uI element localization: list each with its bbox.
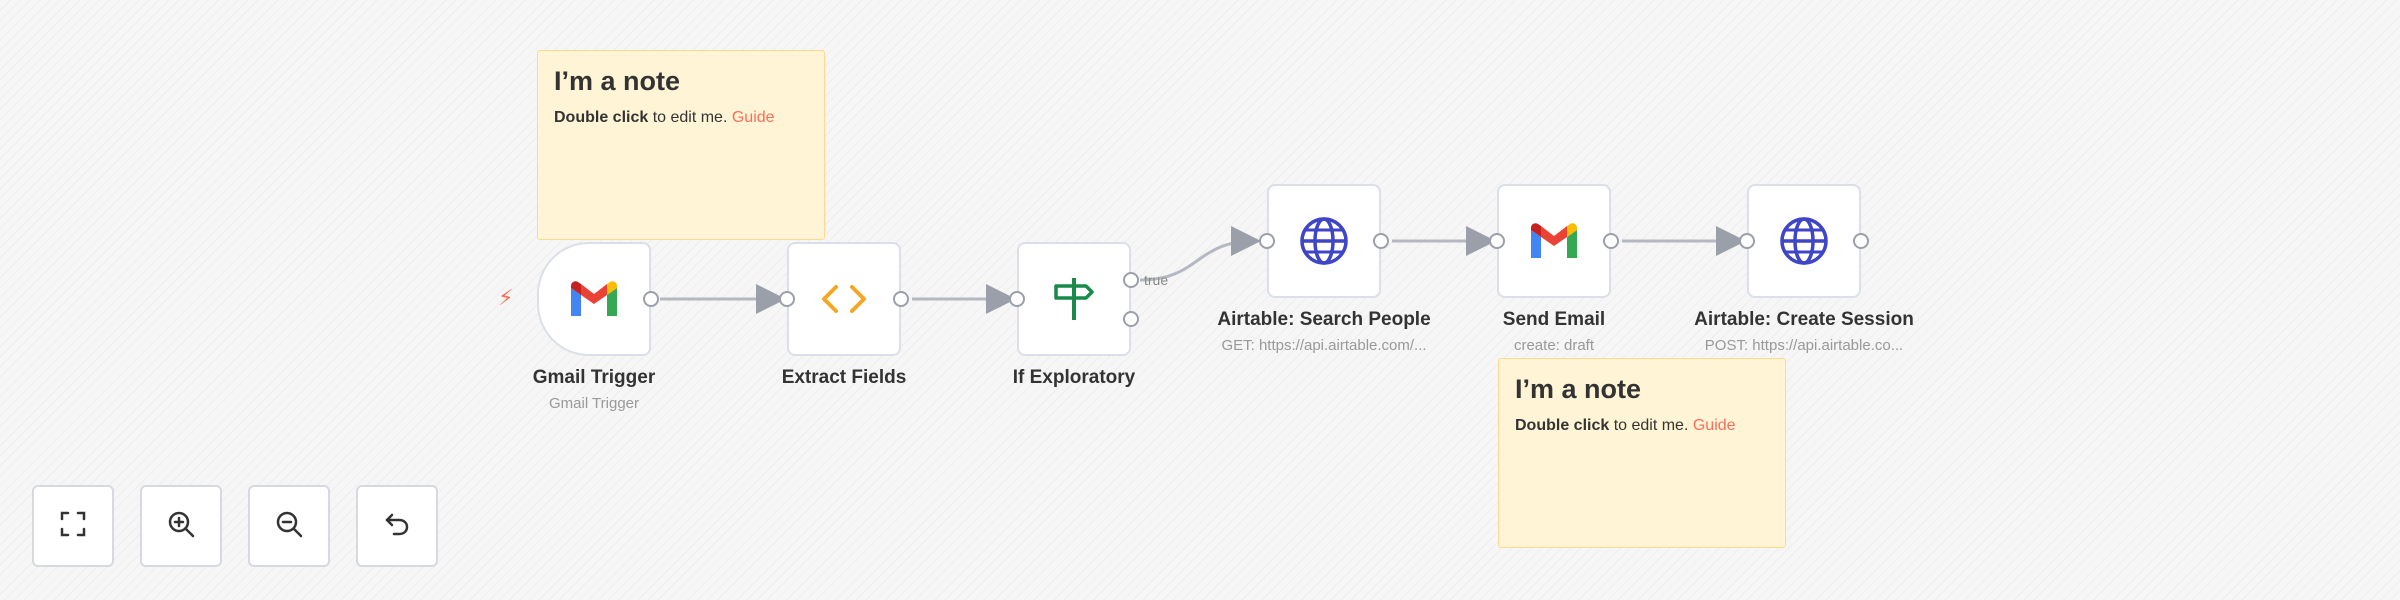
fit-view-button[interactable]	[32, 485, 114, 567]
node-label: Airtable: Create Session	[1694, 309, 1914, 330]
node-label: If Exploratory	[1012, 367, 1136, 388]
output-port[interactable]	[1373, 233, 1389, 249]
output-port-false[interactable]	[1123, 311, 1139, 327]
input-port[interactable]	[779, 291, 795, 307]
output-port[interactable]	[643, 291, 659, 307]
output-port[interactable]	[1603, 233, 1619, 249]
note-body: Double click to edit me. Guide	[1515, 417, 1736, 435]
globe-icon	[1298, 215, 1350, 267]
node-subtitle: Gmail Trigger	[548, 395, 640, 412]
node-if-exploratory[interactable]	[1017, 242, 1131, 356]
signpost-icon	[1052, 276, 1096, 322]
node-gmail-trigger[interactable]	[537, 242, 651, 356]
input-port[interactable]	[1489, 233, 1505, 249]
gmail-icon	[1529, 222, 1579, 260]
zoom-in-icon	[166, 509, 196, 544]
code-icon	[819, 279, 869, 319]
zoom-out-button[interactable]	[248, 485, 330, 567]
output-port-true[interactable]	[1123, 272, 1139, 288]
reset-button[interactable]	[356, 485, 438, 567]
note-guide-link[interactable]: Guide	[732, 109, 775, 126]
sticky-note[interactable]: I’m a note Double click to edit me. Guid…	[1498, 358, 1786, 548]
note-title: I’m a note	[1515, 374, 1642, 404]
node-airtable-search[interactable]	[1267, 184, 1381, 298]
undo-icon	[382, 509, 412, 544]
workflow-canvas[interactable]: I’m a note Double click to edit me. Guid…	[0, 0, 2400, 600]
branch-label-true: true	[1144, 272, 1169, 288]
note-title: I’m a note	[554, 66, 681, 96]
input-port[interactable]	[1009, 291, 1025, 307]
fullscreen-icon	[58, 509, 88, 544]
output-port[interactable]	[1853, 233, 1869, 249]
node-subtitle: POST: https://api.airtable.co...	[1704, 337, 1904, 354]
node-send-email[interactable]	[1497, 184, 1611, 298]
gmail-icon	[569, 280, 619, 318]
note-body: Double click to edit me. Guide	[554, 109, 775, 127]
output-port[interactable]	[893, 291, 909, 307]
zoom-out-icon	[274, 509, 304, 544]
note-guide-link[interactable]: Guide	[1693, 417, 1736, 434]
input-port[interactable]	[1739, 233, 1755, 249]
sticky-note[interactable]: I’m a note Double click to edit me. Guid…	[537, 50, 825, 240]
globe-icon	[1778, 215, 1830, 267]
input-port[interactable]	[1259, 233, 1275, 249]
zoom-in-button[interactable]	[140, 485, 222, 567]
node-extract-fields[interactable]	[787, 242, 901, 356]
node-airtable-create[interactable]	[1747, 184, 1861, 298]
trigger-bolt-icon: ⚡	[498, 285, 514, 310]
